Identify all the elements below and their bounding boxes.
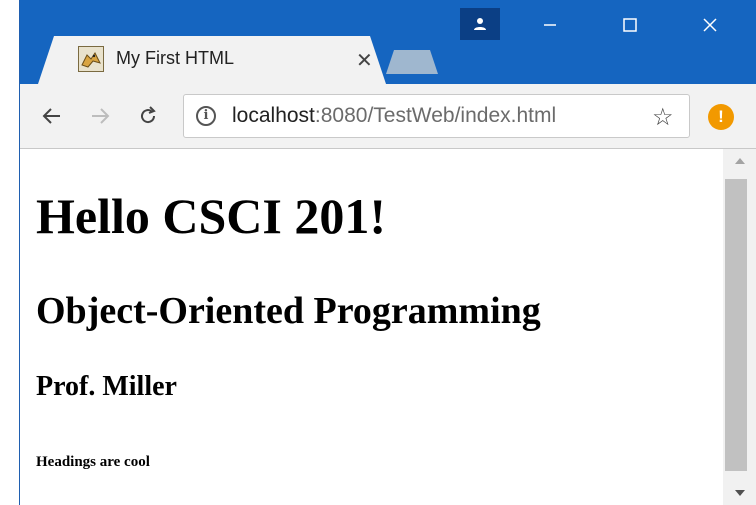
forward-button[interactable]: [82, 98, 118, 134]
maximize-button[interactable]: [607, 10, 653, 40]
heading-1: Hello CSCI 201!: [36, 188, 386, 244]
tomcat-icon: [78, 46, 104, 72]
new-tab-button[interactable]: [386, 50, 438, 74]
scroll-up-button[interactable]: [723, 149, 756, 173]
url-path: :8080/TestWeb/index.html: [314, 104, 557, 127]
toolbar: i localhost:8080/TestWeb/index.html ☆ !: [20, 84, 756, 149]
scroll-up-icon: [735, 158, 745, 164]
title-bar: My First HTML ✕: [20, 0, 756, 84]
back-button[interactable]: [34, 98, 70, 134]
tab-close-icon[interactable]: ✕: [356, 48, 373, 73]
tab-my-first-html[interactable]: My First HTML ✕: [38, 36, 386, 84]
browser-window: My First HTML ✕ i localhost:8080/TestWeb…: [19, 0, 756, 505]
forward-arrow-icon: [92, 108, 110, 124]
star-icon[interactable]: ☆: [652, 103, 674, 132]
vertical-scrollbar[interactable]: [723, 149, 756, 505]
maximize-icon: [623, 18, 637, 32]
scroll-down-icon: [735, 490, 745, 496]
address-bar[interactable]: i localhost:8080/TestWeb/index.html ☆: [183, 94, 690, 138]
back-arrow-icon: [42, 108, 60, 124]
profile-button[interactable]: [460, 8, 500, 40]
page-content: Hello CSCI 201! Object-Oriented Programm…: [20, 149, 723, 505]
close-window-button[interactable]: [687, 10, 733, 40]
menu-alert-icon[interactable]: !: [708, 104, 734, 130]
heading-3: Prof. Miller: [36, 371, 177, 402]
minimize-icon: [544, 24, 556, 26]
reload-icon: [141, 106, 156, 124]
url-host: localhost: [232, 104, 315, 127]
scroll-down-button[interactable]: [723, 481, 756, 505]
person-icon: [474, 18, 486, 30]
heading-6: Headings are cool: [36, 454, 150, 470]
reload-button[interactable]: [130, 98, 166, 134]
info-icon[interactable]: i: [196, 106, 216, 126]
heading-2: Object-Oriented Programming: [36, 290, 541, 332]
tab-title: My First HTML: [116, 48, 234, 68]
close-icon: [703, 18, 717, 32]
minimize-button[interactable]: [527, 10, 573, 40]
scrollbar-thumb[interactable]: [725, 179, 747, 471]
url-text[interactable]: localhost:8080/TestWeb/index.html: [232, 104, 556, 128]
